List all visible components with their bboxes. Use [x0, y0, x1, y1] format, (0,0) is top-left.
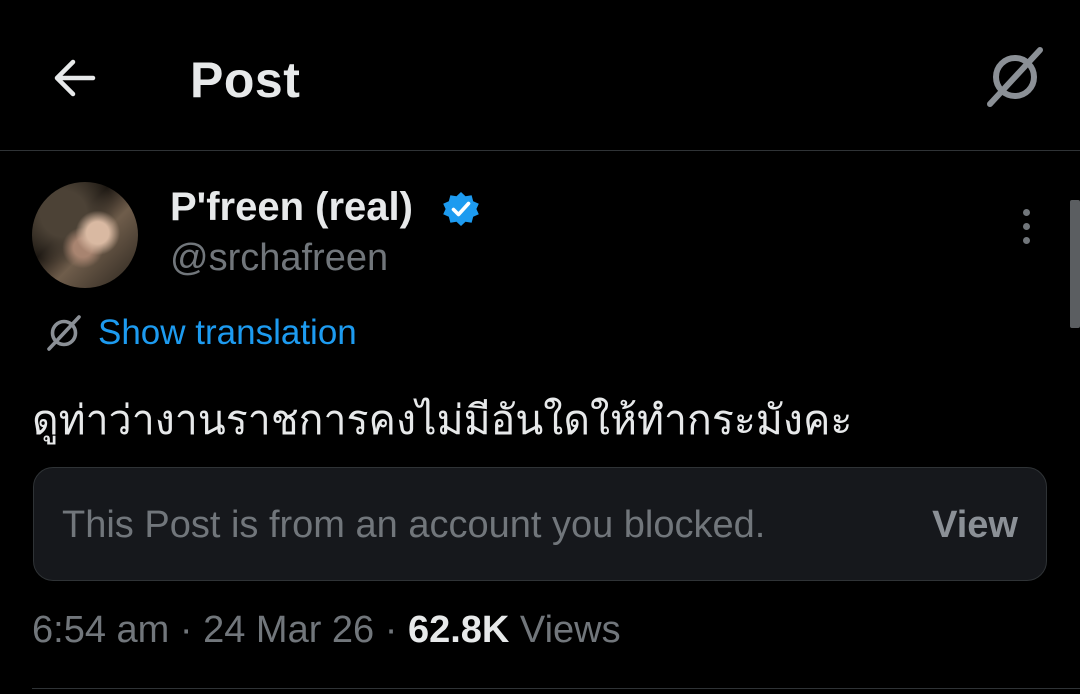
back-button[interactable] — [46, 50, 102, 106]
blocked-message: This Post is from an account you blocked… — [62, 504, 766, 546]
post-meta: 6:54 am · 24 Mar 26 · 62.8K Views — [32, 606, 621, 654]
blocked-quote-card: This Post is from an account you blocked… — [33, 467, 1047, 581]
views-count[interactable]: 62.8K — [408, 609, 509, 651]
post-text: ดูท่าว่างานราชการคงไม่มีอันใดให้ทำกระมัง… — [32, 396, 853, 444]
more-dot-icon — [1022, 236, 1030, 244]
more-dot-icon — [1022, 208, 1030, 216]
translate-icon — [47, 315, 81, 351]
top-app-bar: Post — [0, 0, 1080, 150]
translate-button[interactable] — [982, 44, 1048, 110]
author-name[interactable]: P'freen (real) — [170, 182, 413, 232]
show-translation-link[interactable]: Show translation — [44, 310, 357, 356]
show-translation-label: Show translation — [98, 313, 357, 352]
meta-separator: · — [374, 609, 408, 651]
arrow-left-icon — [54, 59, 96, 97]
post-date: 24 Mar 26 — [203, 609, 375, 651]
avatar[interactable] — [32, 182, 138, 288]
author-handle[interactable]: @srchafreen — [170, 234, 388, 282]
page-title: Post — [190, 52, 301, 108]
scrollbar[interactable] — [1070, 200, 1080, 328]
view-button[interactable]: View — [932, 501, 1018, 549]
more-options-button[interactable] — [1006, 200, 1046, 252]
views-label: Views — [509, 609, 621, 651]
bottom-divider — [32, 688, 1080, 689]
verified-badge-icon — [443, 192, 479, 226]
post-time: 6:54 am — [32, 609, 170, 651]
more-dot-icon — [1022, 222, 1030, 230]
meta-separator: · — [169, 609, 204, 651]
translate-icon — [987, 47, 1043, 107]
header-divider — [0, 150, 1080, 151]
